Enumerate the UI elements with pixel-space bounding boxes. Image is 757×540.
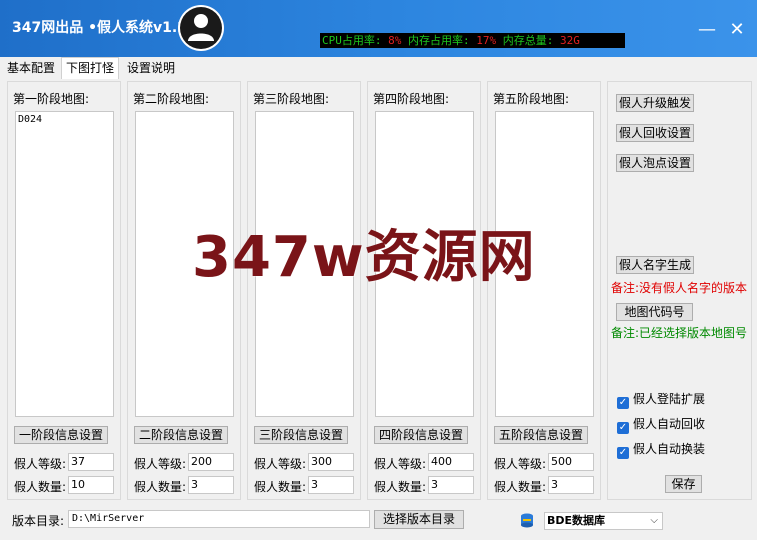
- count-label: 假人数量:: [494, 480, 547, 494]
- tab-basic-config[interactable]: 基本配置: [3, 58, 59, 79]
- stage-title: 第二阶段地图:: [133, 92, 210, 106]
- stage-map-list[interactable]: D024: [15, 111, 114, 417]
- stage-settings-button[interactable]: 四阶段信息设置: [374, 426, 468, 444]
- level-input[interactable]: 300: [308, 453, 354, 471]
- stage-title: 第四阶段地图:: [373, 92, 450, 106]
- count-label: 假人数量:: [254, 480, 307, 494]
- level-label: 假人等级:: [254, 457, 307, 471]
- avatar-icon: [178, 5, 224, 51]
- checkbox-checked-icon: ✓: [617, 447, 629, 459]
- chevron-down-icon: ⌵: [650, 515, 658, 526]
- tab-bar: 基本配置 下图打怪 设置说明: [0, 57, 757, 79]
- database-select-value: BDE数据库: [547, 514, 606, 527]
- stage-title: 第一阶段地图:: [13, 92, 90, 106]
- count-input[interactable]: 3: [548, 476, 594, 494]
- title-bar: 347网出品 •假人系统v1.2 CPU占用率: 8% 内存占用率: 17% 内…: [0, 0, 757, 57]
- count-input[interactable]: 3: [308, 476, 354, 494]
- system-stats-bar: CPU占用率: 8% 内存占用率: 17% 内存总量: 32G: [320, 33, 625, 48]
- recycle-settings-button[interactable]: 假人回收设置: [616, 124, 695, 142]
- level-label: 假人等级:: [134, 457, 187, 471]
- checkbox-label: 假人自动换装: [633, 442, 706, 456]
- count-label: 假人数量:: [374, 480, 427, 494]
- count-label: 假人数量:: [134, 480, 187, 494]
- count-input[interactable]: 3: [428, 476, 474, 494]
- tab-settings-help[interactable]: 设置说明: [123, 58, 179, 79]
- level-input[interactable]: 200: [188, 453, 234, 471]
- stage-title: 第三阶段地图:: [253, 92, 330, 106]
- version-dir-label: 版本目录:: [12, 514, 65, 528]
- mem-label: 内存占用率:: [408, 34, 470, 47]
- select-version-dir-button[interactable]: 选择版本目录: [374, 510, 464, 529]
- version-dir-input[interactable]: D:\MirServer: [68, 510, 370, 528]
- map-code-note: 备注:已经选择版本地图号: [611, 326, 748, 340]
- checkbox-login-extension[interactable]: ✓ 假人登陆扩展: [617, 390, 705, 409]
- level-label: 假人等级:: [14, 457, 67, 471]
- database-select[interactable]: BDE数据库 ⌵: [544, 512, 663, 530]
- total-mem-value: 32G: [560, 34, 580, 47]
- minimize-button[interactable]: —: [697, 20, 717, 40]
- idle-settings-button[interactable]: 假人泡点设置: [616, 154, 695, 172]
- stage-settings-button[interactable]: 三阶段信息设置: [254, 426, 348, 444]
- checkbox-checked-icon: ✓: [617, 397, 629, 409]
- stage-settings-button[interactable]: 二阶段信息设置: [134, 426, 228, 444]
- stage-settings-button[interactable]: 一阶段信息设置: [14, 426, 108, 444]
- stage-title: 第五阶段地图:: [493, 92, 570, 106]
- name-generate-button[interactable]: 假人名字生成: [616, 256, 695, 274]
- save-button[interactable]: 保存: [665, 475, 702, 493]
- level-input[interactable]: 37: [68, 453, 114, 471]
- settings-panel: 假人升级触发 假人回收设置 假人泡点设置 假人名字生成 备注:没有假人名字的版本…: [607, 81, 752, 500]
- mem-value: 17%: [476, 34, 497, 47]
- count-label: 假人数量:: [14, 480, 67, 494]
- count-input[interactable]: 10: [68, 476, 114, 494]
- cpu-label: CPU占用率:: [322, 34, 382, 47]
- checkbox-checked-icon: ✓: [617, 422, 629, 434]
- checkbox-auto-recycle[interactable]: ✓ 假人自动回收: [617, 415, 705, 434]
- level-label: 假人等级:: [494, 457, 547, 471]
- total-mem-label: 内存总量:: [502, 34, 554, 47]
- watermark-text: 347w资源网: [192, 225, 536, 290]
- close-button[interactable]: ✕: [727, 20, 747, 40]
- checkbox-label: 假人登陆扩展: [633, 392, 706, 406]
- checkbox-label: 假人自动回收: [633, 417, 706, 431]
- checkbox-auto-equip[interactable]: ✓ 假人自动换装: [617, 440, 705, 459]
- upgrade-trigger-button[interactable]: 假人升级触发: [616, 94, 695, 112]
- window-title: 347网出品 •假人系统v1.2: [12, 20, 187, 36]
- count-input[interactable]: 3: [188, 476, 234, 494]
- map-code-button[interactable]: 地图代码号: [616, 303, 693, 321]
- name-note: 备注:没有假人名字的版本: [611, 281, 748, 295]
- stage-settings-button[interactable]: 五阶段信息设置: [494, 426, 588, 444]
- tab-map-hunting[interactable]: 下图打怪: [61, 57, 120, 79]
- level-input[interactable]: 400: [428, 453, 474, 471]
- stage-panel-1: 第一阶段地图: D024 一阶段信息设置 假人等级: 37 假人数量: 10: [7, 81, 121, 500]
- cpu-value: 8%: [388, 34, 402, 47]
- level-label: 假人等级:: [374, 457, 427, 471]
- database-icon: [520, 513, 534, 529]
- level-input[interactable]: 500: [548, 453, 594, 471]
